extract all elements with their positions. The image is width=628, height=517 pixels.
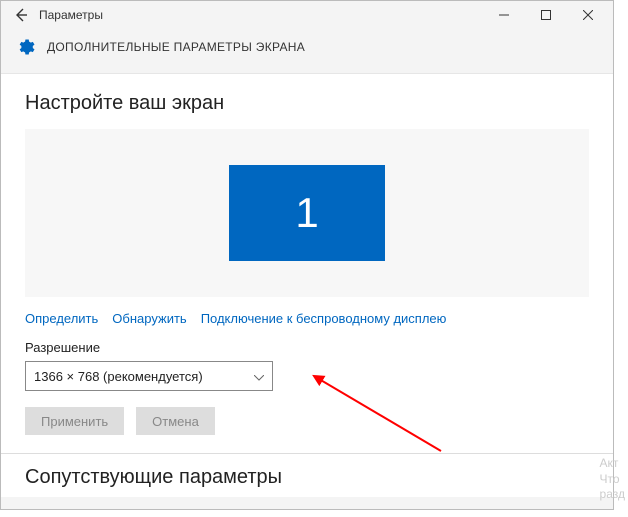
close-icon [583, 10, 593, 20]
divider [1, 453, 613, 454]
display-number: 1 [295, 189, 318, 237]
settings-window: Параметры ДОПОЛНИТЕЛЬНЫЕ ПАРАМЕТРЫ ЭКРАН… [0, 0, 614, 510]
action-buttons: Применить Отмена [25, 407, 589, 435]
chevron-down-icon [254, 369, 264, 384]
resolution-label: Разрешение [25, 340, 589, 355]
resolution-value: 1366 × 768 (рекомендуется) [34, 369, 203, 384]
display-arrangement[interactable]: 1 [25, 129, 589, 297]
titlebar: Параметры [1, 1, 613, 29]
back-button[interactable] [5, 6, 37, 24]
arrow-left-icon [13, 7, 29, 23]
minimize-button[interactable] [483, 1, 525, 29]
related-heading: Сопутствующие параметры [25, 466, 589, 489]
content-area: Настройте ваш экран 1 Определить Обнаруж… [1, 73, 613, 497]
page-subheader-title: ДОПОЛНИТЕЛЬНЫЕ ПАРАМЕТРЫ ЭКРАНА [47, 40, 305, 54]
display-links: Определить Обнаружить Подключение к бесп… [25, 311, 589, 326]
cancel-button[interactable]: Отмена [136, 407, 215, 435]
activation-watermark: Акт Что разд [600, 456, 625, 503]
gear-icon [15, 37, 35, 57]
minimize-icon [499, 10, 509, 20]
connect-wireless-link[interactable]: Подключение к беспроводному дисплею [201, 311, 447, 326]
close-button[interactable] [567, 1, 609, 29]
display-1[interactable]: 1 [229, 165, 385, 261]
resolution-select[interactable]: 1366 × 768 (рекомендуется) [25, 361, 273, 391]
window-title: Параметры [39, 8, 103, 22]
apply-button[interactable]: Применить [25, 407, 124, 435]
page-subheader: ДОПОЛНИТЕЛЬНЫЕ ПАРАМЕТРЫ ЭКРАНА [1, 29, 613, 73]
maximize-icon [541, 10, 551, 20]
maximize-button[interactable] [525, 1, 567, 29]
page-heading: Настройте ваш экран [25, 92, 589, 115]
detect-link[interactable]: Обнаружить [112, 311, 186, 326]
identify-link[interactable]: Определить [25, 311, 98, 326]
